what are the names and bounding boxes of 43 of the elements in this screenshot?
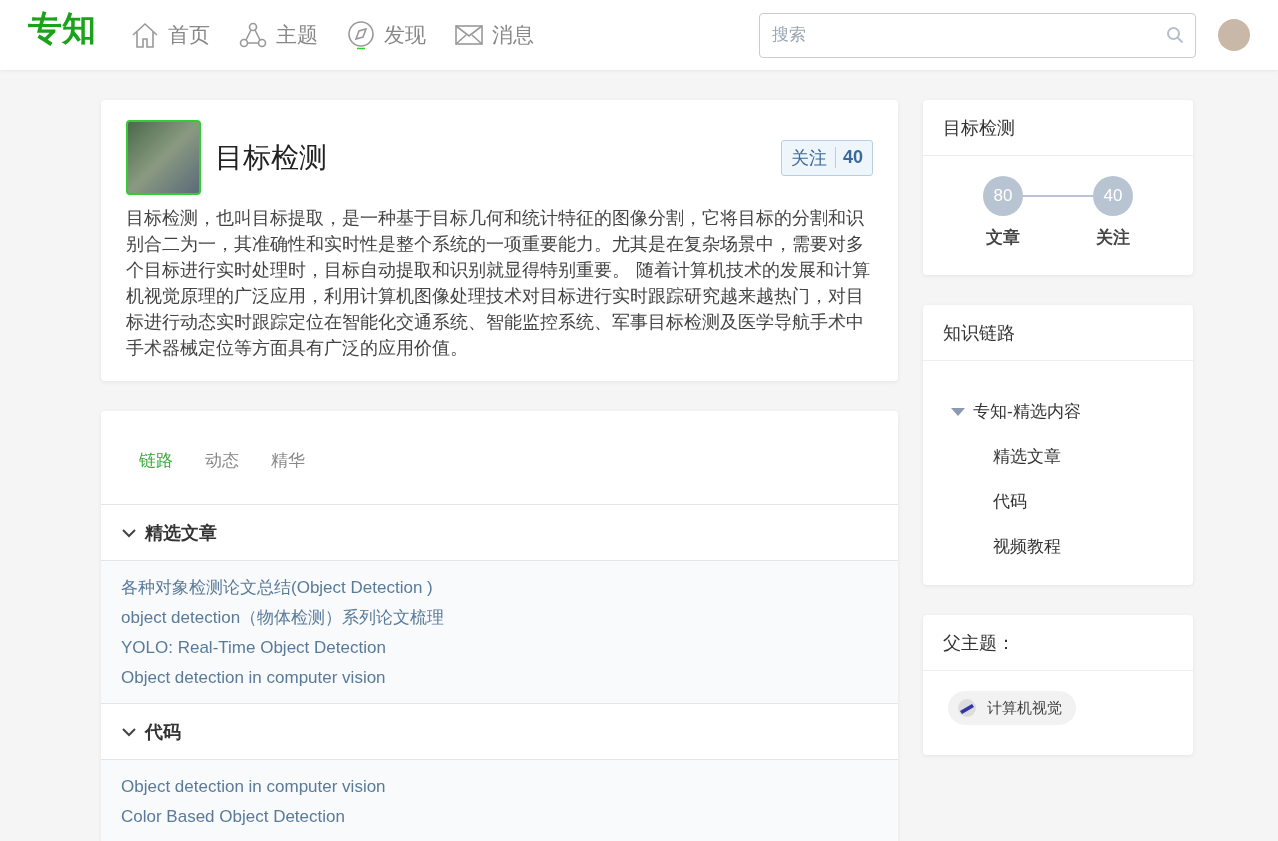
topic-tag[interactable]: 计算机视觉	[948, 691, 1076, 725]
article-link[interactable]: Object detection in computer vision	[121, 663, 878, 693]
tree-item[interactable]: 视频教程	[951, 524, 1173, 569]
follow-count: 40	[834, 147, 863, 168]
card-title: 父主题：	[923, 615, 1193, 671]
article-link[interactable]: 各种对象检测论文总结(Object Detection )	[121, 573, 878, 603]
avatar[interactable]	[1218, 19, 1250, 51]
stat-count: 80	[983, 176, 1023, 216]
search-icon[interactable]	[1166, 25, 1184, 44]
home-icon	[130, 20, 160, 50]
nav-link[interactable]: 消息	[454, 20, 534, 50]
tab[interactable]: 精华	[271, 449, 305, 472]
section-header[interactable]: 精选文章	[101, 505, 898, 561]
stat-label: 关注	[1096, 227, 1130, 249]
tab[interactable]: 链路	[139, 449, 173, 472]
section-title: 精选文章	[145, 521, 217, 545]
connector-line	[1023, 195, 1093, 197]
card-title: 目标检测	[923, 100, 1193, 156]
search-field[interactable]: 搜索	[759, 12, 1196, 58]
nodes-icon	[238, 20, 268, 50]
topic-title: 目标检测	[215, 139, 327, 176]
nav-link[interactable]: 主题	[238, 20, 318, 50]
section-title: 代码	[145, 720, 181, 744]
tab[interactable]: 动态	[205, 449, 239, 472]
compass-icon	[346, 20, 376, 50]
tree-item[interactable]: 精选文章	[951, 434, 1173, 479]
card-title: 知识链路	[923, 305, 1193, 361]
topic-description: 目标检测，也叫目标提取，是一种基于目标几何和统计特征的图像分割，它将目标的分割和识别合二为一，其准确性和实时性是整个系统的一项重要能力。尤其是在复杂场景中，需要对多个目标进行实时处理时，目标自动提取和识别就显得特别重要。 随着计算机技术的发展和计算机视觉原理的广泛应用，利用计算机图像处理技术对目标进行实时跟踪研究越来越热门，对目标进行动态实时跟踪定位在智能化交通系统、智能监控系统、军事目标检测及医学导航手术中手术器械定位等方面具有广泛的应用价值。	[126, 206, 871, 360]
section-header[interactable]: 代码	[101, 704, 898, 760]
nav-link[interactable]: 发现	[346, 20, 426, 50]
nav-link[interactable]: 首页	[130, 20, 210, 50]
expand-triangle-icon	[951, 407, 965, 416]
tree-item[interactable]: 专知-精选内容	[951, 389, 1173, 434]
article-link[interactable]: object detection（物体检测）系列论文梳理	[121, 603, 878, 633]
topic-thumbnail-icon	[957, 698, 977, 718]
follow-button[interactable]: 关注 40	[780, 139, 873, 176]
article-link[interactable]: YOLO: Real-Time Object Detection	[121, 633, 878, 663]
article-link[interactable]: Color Based Object Detection	[121, 802, 878, 832]
stat-count: 40	[1093, 176, 1133, 216]
article-link[interactable]: Object detection in computer vision	[121, 772, 878, 802]
stat-label: 文章	[986, 227, 1020, 249]
logo[interactable]: 专知	[28, 6, 96, 52]
tree-item[interactable]: 代码	[951, 479, 1173, 524]
